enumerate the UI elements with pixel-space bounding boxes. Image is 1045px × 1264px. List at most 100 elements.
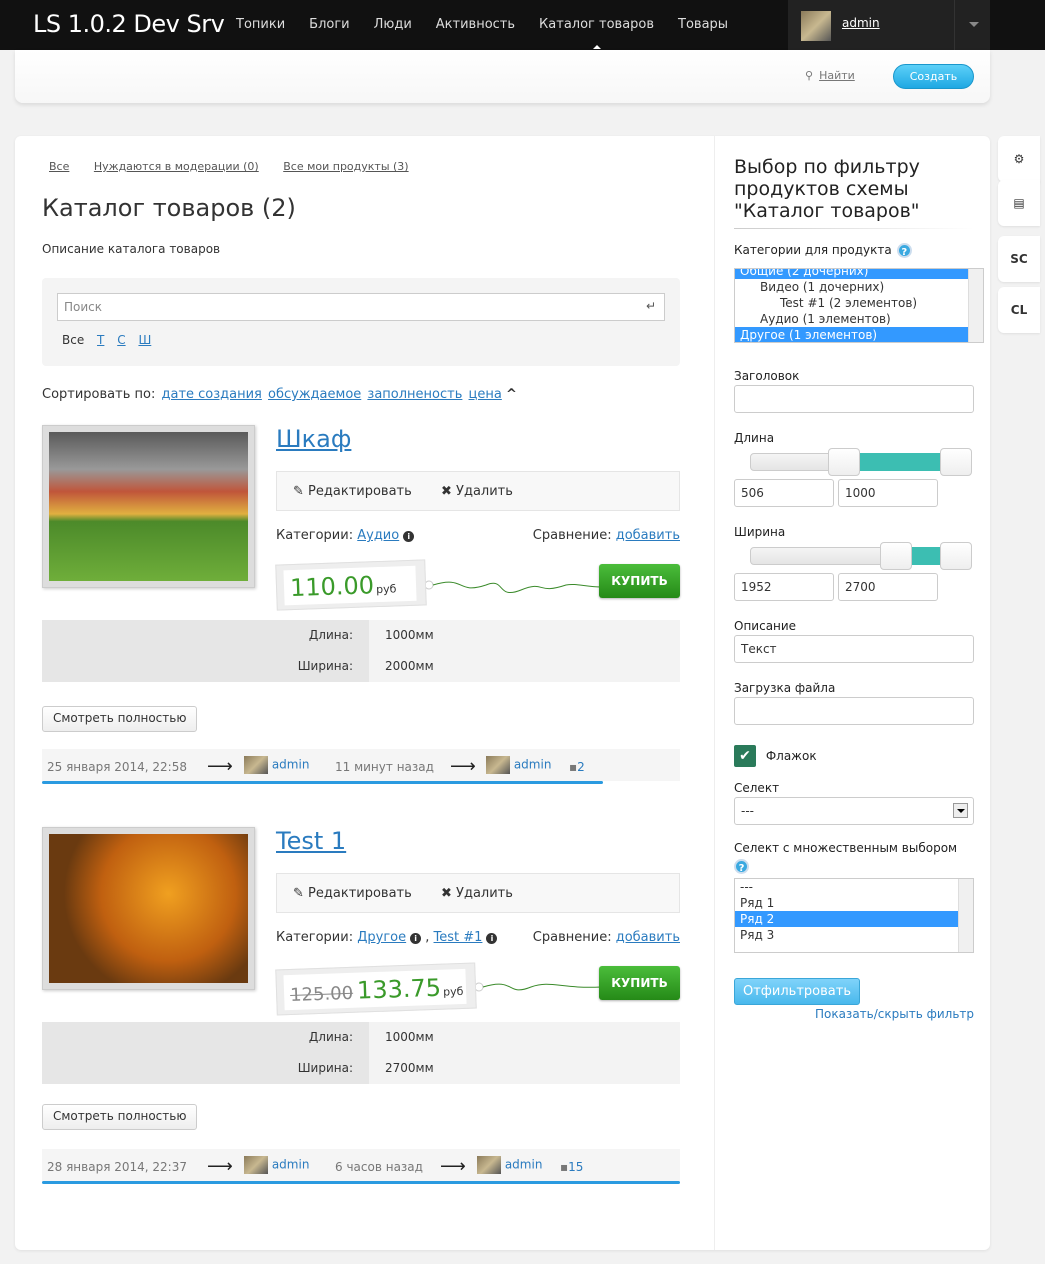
width-slider[interactable] (750, 542, 972, 570)
delete-button[interactable]: ✖ Удалить (441, 886, 513, 901)
slider-handle[interactable] (880, 542, 912, 570)
avatar (486, 756, 510, 774)
gear-icon[interactable]: ⚙ (998, 136, 1040, 182)
table-row: Ширина: 2000мм (42, 651, 680, 682)
select-dropdown[interactable]: --- (734, 797, 974, 825)
info-icon[interactable]: i (403, 531, 415, 542)
last-activity: 6 часов назад (335, 1160, 423, 1174)
search-input[interactable]: Поиск ↵ (57, 293, 665, 321)
compare-add-link[interactable]: добавить (616, 930, 680, 945)
delete-button[interactable]: ✖ Удалить (441, 484, 513, 499)
filter-mine[interactable]: Все мои продукты (3) (283, 160, 408, 173)
nav-products[interactable]: Товары (678, 17, 728, 32)
help-icon[interactable]: ? (896, 243, 912, 258)
filter-moderation[interactable]: Нуждаются в модерации (0) (94, 160, 259, 173)
filter-all[interactable]: Все (49, 160, 69, 173)
list-item[interactable]: Ряд 1 (735, 895, 958, 911)
list-item[interactable]: Другое (1 элементов) (735, 327, 968, 342)
avatar (244, 756, 268, 774)
sidebar-title: Выбор по фильтру продуктов схемы "Катало… (734, 156, 920, 222)
view-more-button[interactable]: Смотреть полностью (42, 1104, 198, 1130)
author-info[interactable]: admin (244, 756, 309, 774)
user-dropdown-toggle[interactable] (954, 0, 990, 50)
buy-button[interactable]: КУПИТЬ (599, 564, 680, 598)
scrollbar[interactable] (968, 269, 983, 342)
description-input[interactable]: Текст (734, 635, 974, 663)
width-to-input[interactable]: 2700 (838, 573, 938, 601)
product-title[interactable]: Test 1 (276, 827, 346, 855)
list-item[interactable]: Test #1 (2 элементов) (735, 295, 968, 311)
file-upload-input[interactable] (734, 697, 974, 725)
comments-link[interactable]: ▪15 (560, 1160, 583, 1174)
description-label: Описание (734, 619, 797, 633)
sort-filled[interactable]: заполненость (367, 387, 462, 402)
scrollbar[interactable] (958, 879, 973, 952)
info-icon[interactable]: i (410, 933, 422, 944)
create-button[interactable]: Создать (893, 64, 974, 89)
edit-button[interactable]: ✎ Редактировать (293, 886, 412, 901)
sort-date[interactable]: дате создания (161, 387, 261, 402)
product-image[interactable] (42, 425, 255, 588)
heading-label: Заголовок (734, 369, 800, 383)
user-menu: admin (788, 0, 990, 50)
list-item[interactable]: --- (735, 879, 958, 895)
buy-button[interactable]: КУПИТЬ (599, 966, 680, 1000)
list-item[interactable]: Ряд 3 (735, 927, 958, 943)
product-categories: Категории: Аудио i (276, 528, 415, 543)
list-item[interactable]: Видео (1 дочерних) (735, 279, 968, 295)
compare-add-link[interactable]: добавить (616, 528, 680, 543)
length-to-input[interactable]: 1000 (838, 479, 938, 507)
slider-handle[interactable] (828, 448, 860, 476)
length-from-input[interactable]: 506 (734, 479, 834, 507)
length-slider[interactable] (750, 448, 972, 476)
rail-cl[interactable]: CL (998, 287, 1040, 333)
letter-t[interactable]: Т (97, 333, 104, 347)
filter-button[interactable]: Отфильтровать (734, 978, 860, 1005)
rail-sc[interactable]: SC (998, 236, 1040, 282)
help-icon[interactable]: ? (734, 859, 749, 874)
last-author-info[interactable]: admin (477, 1156, 542, 1174)
user-name-link[interactable]: admin (842, 16, 880, 30)
product-title[interactable]: Шкаф (276, 425, 351, 453)
view-more-button[interactable]: Смотреть полностью (42, 706, 198, 732)
letter-all[interactable]: Все (62, 333, 84, 347)
nav-blogs[interactable]: Блоги (309, 17, 349, 32)
slider-handle[interactable] (940, 542, 972, 570)
sort-price[interactable]: цена (469, 387, 502, 402)
last-author-info[interactable]: admin (486, 756, 551, 774)
user-avatar[interactable] (801, 11, 831, 41)
chevron-down-icon[interactable] (953, 803, 968, 818)
info-icon[interactable]: i (486, 933, 498, 944)
categories-multiselect[interactable]: Общие (2 дочерних) Видео (1 дочерних) Test… (734, 268, 984, 343)
nav-topics[interactable]: Топики (236, 17, 285, 32)
product-image[interactable] (42, 827, 255, 990)
category-link[interactable]: Другое (357, 930, 406, 945)
nav-activity[interactable]: Активность (436, 17, 515, 32)
comments-link[interactable]: ▪2 (569, 760, 585, 774)
toggle-filter-link[interactable]: Показать/скрыть фильтр (734, 1007, 974, 1021)
enter-icon[interactable]: ↵ (646, 299, 656, 313)
letter-sh[interactable]: Ш (138, 333, 151, 347)
site-logo[interactable]: LS 1.0.2 Dev Srv (33, 10, 225, 38)
author-info[interactable]: admin (244, 1156, 309, 1174)
document-icon[interactable]: ▤ (998, 180, 1040, 226)
letter-s[interactable]: С (117, 333, 125, 347)
search-link[interactable]: ⚲ Найти (805, 69, 855, 82)
list-item[interactable]: Ряд 2 (735, 911, 958, 927)
multi-select[interactable]: --- Ряд 1 Ряд 2 Ряд 3 (734, 878, 974, 953)
nav-people[interactable]: Люди (374, 17, 412, 32)
category-link[interactable]: Test #1 (434, 930, 483, 945)
nav-catalog[interactable]: Каталог товаров (539, 17, 654, 49)
list-item[interactable]: Общие (2 дочерних) (735, 269, 968, 279)
sort-discussed[interactable]: обсуждаемое (268, 387, 361, 402)
list-item[interactable]: Аудио (1 элементов) (735, 311, 968, 327)
slider-handle[interactable] (940, 448, 972, 476)
edit-button[interactable]: ✎ Редактировать (293, 484, 412, 499)
flag-checkbox[interactable]: ✔ (734, 745, 756, 767)
edit-icon: ✎ (293, 484, 304, 499)
arrow-right-icon: ⟶ (207, 756, 233, 777)
heading-input[interactable] (734, 385, 974, 413)
category-link[interactable]: Аудио (357, 528, 399, 543)
sort-direction-icon[interactable]: ^ (506, 387, 517, 402)
width-from-input[interactable]: 1952 (734, 573, 834, 601)
